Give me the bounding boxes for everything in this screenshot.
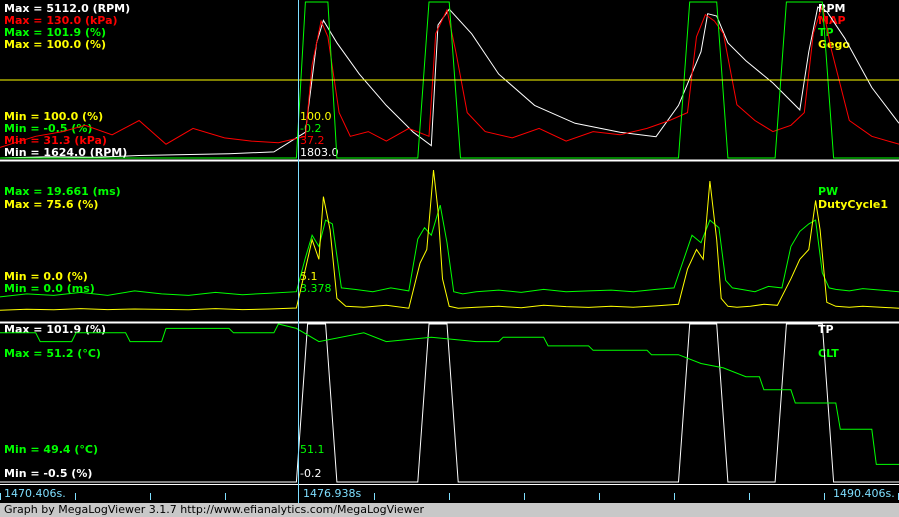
rpm-cursor-value: 1803.0 [300, 146, 339, 159]
tp3-min-label: Min = -0.5 (%) [4, 467, 92, 480]
dutycycle-max-label: Max = 75.6 (%) [4, 198, 98, 211]
log-chart: Max = 5112.0 (RPM) Max = 130.0 (kPa) Max… [0, 0, 899, 503]
time-axis-end: 1490.406s. [833, 487, 895, 500]
clt-cursor-value: 51.1 [300, 443, 325, 456]
footer-credit: Graph by MegaLogViewer 3.1.7 http://www.… [0, 503, 899, 517]
legend-dutycycle: DutyCycle1 [818, 198, 888, 211]
pw-cursor-value: 3.378 [300, 282, 332, 295]
pw-max-label: Max = 19.661 (ms) [4, 185, 121, 198]
time-axis-start: 1470.406s. [4, 487, 66, 500]
clt-min-label: Min = 49.4 (°C) [4, 443, 98, 456]
tp3-cursor-value: -0.2 [300, 467, 321, 480]
megalogviewer-graph: Max = 5112.0 (RPM) Max = 130.0 (kPa) Max… [0, 0, 899, 517]
time-axis-cursor: 1476.938s [303, 487, 361, 500]
legend-clt: CLT [818, 347, 839, 360]
tp3-max-label: Max = 101.9 (%) [4, 323, 106, 336]
legend-pw: PW [818, 185, 838, 198]
pw-min-label: Min = 0.0 (ms) [4, 282, 95, 295]
legend-tp3: TP [818, 323, 834, 336]
gego-max-label: Max = 100.0 (%) [4, 38, 106, 51]
clt-max-label: Max = 51.2 (°C) [4, 347, 101, 360]
